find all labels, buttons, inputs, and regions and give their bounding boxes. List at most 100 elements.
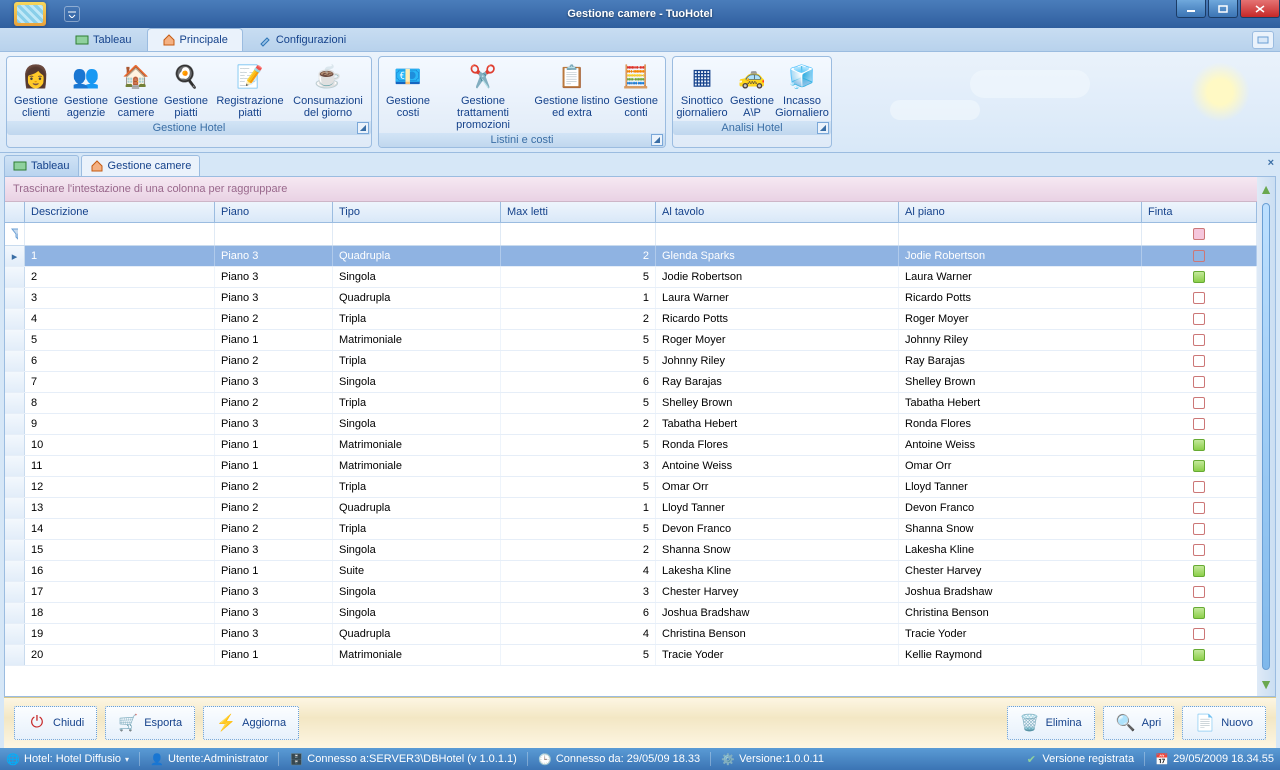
cell-finta[interactable] [1142,372,1257,392]
cell-piano[interactable]: Piano 3 [215,540,333,560]
table-row[interactable]: 12Piano 2Tripla5Omar OrrLloyd Tanner [5,477,1257,498]
cell-tipo[interactable]: Matrimoniale [333,456,501,476]
window-maximize-button[interactable] [1208,0,1238,18]
cell-piano[interactable]: Piano 1 [215,330,333,350]
cell-max-letti[interactable]: 3 [501,456,656,476]
col-max-letti[interactable]: Max letti [501,202,656,222]
table-row[interactable]: 19Piano 3Quadrupla4Christina BensonTraci… [5,624,1257,645]
cell-descrizione[interactable]: 12 [25,477,215,497]
cell-al-tavolo[interactable]: Shanna Snow [656,540,899,560]
col-piano[interactable]: Piano [215,202,333,222]
cell-al-tavolo[interactable]: Roger Moyer [656,330,899,350]
elimina-button[interactable]: 🗑️Elimina [1007,706,1095,740]
cell-al-tavolo[interactable]: Shelley Brown [656,393,899,413]
cell-descrizione[interactable]: 20 [25,645,215,665]
cell-tipo[interactable]: Quadrupla [333,246,501,266]
cell-al-piano[interactable]: Tabatha Hebert [899,393,1142,413]
window-close-button[interactable] [1240,0,1280,18]
cell-max-letti[interactable]: 5 [501,351,656,371]
btn-sinottico-giornaliero[interactable]: ▦Sinottico giornaliero [677,59,727,121]
cell-descrizione[interactable]: 3 [25,288,215,308]
cell-piano[interactable]: Piano 3 [215,288,333,308]
cell-descrizione[interactable]: 19 [25,624,215,644]
cell-tipo[interactable]: Quadrupla [333,624,501,644]
cell-piano[interactable]: Piano 3 [215,624,333,644]
btn-consumazioni-giorno[interactable]: ☕Consumazioni del giorno [289,59,367,121]
cell-max-letti[interactable]: 5 [501,267,656,287]
cell-al-tavolo[interactable]: Jodie Robertson [656,267,899,287]
cell-finta[interactable] [1142,498,1257,518]
cell-piano[interactable]: Piano 2 [215,498,333,518]
cell-max-letti[interactable]: 1 [501,288,656,308]
cell-al-tavolo[interactable]: Antoine Weiss [656,456,899,476]
cell-max-letti[interactable]: 2 [501,246,656,266]
cell-tipo[interactable]: Singola [333,414,501,434]
nuovo-button[interactable]: 📄Nuovo [1182,706,1266,740]
cell-tipo[interactable]: Quadrupla [333,498,501,518]
cell-finta[interactable] [1142,456,1257,476]
cell-max-letti[interactable]: 5 [501,645,656,665]
cell-max-letti[interactable]: 5 [501,393,656,413]
cell-piano[interactable]: Piano 2 [215,351,333,371]
btn-gestione-listino[interactable]: 📋Gestione listino ed extra [533,59,611,133]
cell-al-tavolo[interactable]: Tracie Yoder [656,645,899,665]
cell-descrizione[interactable]: 1 [25,246,215,266]
cell-max-letti[interactable]: 5 [501,435,656,455]
cell-descrizione[interactable]: 8 [25,393,215,413]
cell-al-piano[interactable]: Christina Benson [899,603,1142,623]
table-row[interactable]: 5Piano 1Matrimoniale5Roger MoyerJohnny R… [5,330,1257,351]
cell-descrizione[interactable]: 9 [25,414,215,434]
cell-descrizione[interactable]: 11 [25,456,215,476]
cell-descrizione[interactable]: 2 [25,267,215,287]
cell-descrizione[interactable]: 16 [25,561,215,581]
btn-gestione-piatti[interactable]: 🍳Gestione piatti [161,59,211,121]
cell-descrizione[interactable]: 17 [25,582,215,602]
cell-finta[interactable] [1142,393,1257,413]
cell-al-tavolo[interactable]: Lakesha Kline [656,561,899,581]
cell-tipo[interactable]: Singola [333,372,501,392]
doc-tab-gestione-camere[interactable]: Gestione camere [81,155,201,176]
cell-piano[interactable]: Piano 1 [215,456,333,476]
scroll-thumb[interactable] [1262,203,1270,670]
col-descrizione[interactable]: Descrizione [25,202,215,222]
table-row[interactable]: 2Piano 3Singola5Jodie RobertsonLaura War… [5,267,1257,288]
table-row[interactable]: 16Piano 1Suite4Lakesha KlineChester Harv… [5,561,1257,582]
cell-descrizione[interactable]: 6 [25,351,215,371]
cell-tipo[interactable]: Tripla [333,351,501,371]
table-row[interactable]: 3Piano 3Quadrupla1Laura WarnerRicardo Po… [5,288,1257,309]
table-row[interactable]: 4Piano 2Tripla2Ricardo PottsRoger Moyer [5,309,1257,330]
table-row[interactable]: 13Piano 2Quadrupla1Lloyd TannerDevon Fra… [5,498,1257,519]
filter-max-letti[interactable] [501,223,656,245]
cell-piano[interactable]: Piano 2 [215,519,333,539]
cell-descrizione[interactable]: 15 [25,540,215,560]
filter-al-tavolo[interactable] [656,223,899,245]
btn-incasso-giornaliero[interactable]: 🧊Incasso Giornaliero [777,59,827,121]
app-menu-button[interactable] [0,0,60,28]
btn-gestione-clienti[interactable]: 👩Gestione clienti [11,59,61,121]
cell-al-piano[interactable]: Joshua Bradshaw [899,582,1142,602]
cell-tipo[interactable]: Tripla [333,393,501,413]
grid-group-panel[interactable]: Trascinare l'intestazione di una colonna… [5,177,1257,202]
cell-piano[interactable]: Piano 1 [215,561,333,581]
cell-finta[interactable] [1142,519,1257,539]
cell-tipo[interactable]: Matrimoniale [333,435,501,455]
table-row[interactable]: ▸1Piano 3Quadrupla2Glenda SparksJodie Ro… [5,246,1257,267]
window-minimize-button[interactable] [1176,0,1206,18]
cell-al-piano[interactable]: Devon Franco [899,498,1142,518]
cell-piano[interactable]: Piano 2 [215,477,333,497]
cell-tipo[interactable]: Matrimoniale [333,330,501,350]
cell-al-tavolo[interactable]: Ray Barajas [656,372,899,392]
cell-finta[interactable] [1142,246,1257,266]
table-row[interactable]: 17Piano 3Singola3Chester HarveyJoshua Br… [5,582,1257,603]
filter-piano[interactable] [215,223,333,245]
cell-al-piano[interactable]: Lloyd Tanner [899,477,1142,497]
doc-tab-close-button[interactable]: × [1268,157,1274,169]
dialog-launcher[interactable]: ◢ [357,122,369,134]
cell-al-tavolo[interactable]: Devon Franco [656,519,899,539]
col-tipo[interactable]: Tipo [333,202,501,222]
filter-indicator[interactable] [5,223,25,245]
cell-tipo[interactable]: Singola [333,603,501,623]
cell-finta[interactable] [1142,414,1257,434]
table-row[interactable]: 7Piano 3Singola6Ray BarajasShelley Brown [5,372,1257,393]
ribbon-tab-configurazioni[interactable]: Configurazioni [243,28,361,51]
